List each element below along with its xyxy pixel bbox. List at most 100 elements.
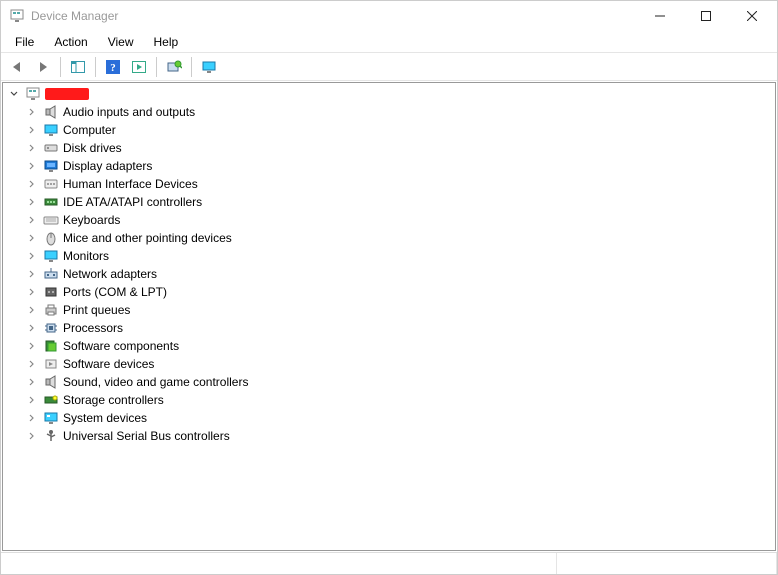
- show-hide-tree-button[interactable]: [66, 55, 90, 79]
- app-icon: [9, 8, 25, 24]
- chevron-right-icon[interactable]: [25, 393, 39, 407]
- tree-panel-icon: [70, 59, 86, 75]
- close-button[interactable]: [729, 1, 775, 31]
- action-icon: [131, 59, 147, 75]
- arrow-left-icon: [9, 59, 25, 75]
- speaker-icon: [43, 374, 59, 390]
- keyboard-icon: [43, 212, 59, 228]
- menu-action[interactable]: Action: [44, 33, 97, 51]
- chevron-right-icon[interactable]: [25, 249, 39, 263]
- tree-category-label: Audio inputs and outputs: [63, 105, 195, 119]
- monitor-button[interactable]: [197, 55, 221, 79]
- tree-category-label: Universal Serial Bus controllers: [63, 429, 230, 443]
- chevron-right-icon[interactable]: [25, 123, 39, 137]
- back-button[interactable]: [5, 55, 29, 79]
- tree-category-label: Software devices: [63, 357, 154, 371]
- system-icon: [43, 410, 59, 426]
- svg-text:?: ?: [110, 62, 116, 74]
- tree-category[interactable]: Human Interface Devices: [3, 175, 775, 193]
- statusbar: [1, 552, 777, 574]
- help-button[interactable]: ?: [101, 55, 125, 79]
- tree-category-label: Mice and other pointing devices: [63, 231, 232, 245]
- monitor-icon: [43, 248, 59, 264]
- minimize-button[interactable]: [637, 1, 683, 31]
- menu-help[interactable]: Help: [144, 33, 189, 51]
- tree-category-label: Monitors: [63, 249, 109, 263]
- chevron-right-icon[interactable]: [25, 267, 39, 281]
- tree-category[interactable]: Sound, video and game controllers: [3, 373, 775, 391]
- tree-category[interactable]: Software devices: [3, 355, 775, 373]
- chevron-right-icon[interactable]: [25, 303, 39, 317]
- swcomp-icon: [43, 338, 59, 354]
- monitor-icon: [43, 122, 59, 138]
- tree-category[interactable]: Software components: [3, 337, 775, 355]
- chevron-down-icon[interactable]: [7, 87, 21, 101]
- tree-category-label: Print queues: [63, 303, 130, 317]
- chevron-right-icon[interactable]: [25, 213, 39, 227]
- window-title: Device Manager: [31, 9, 118, 23]
- speaker-icon: [43, 104, 59, 120]
- tree-category-label: IDE ATA/ATAPI controllers: [63, 195, 202, 209]
- action-button[interactable]: [127, 55, 151, 79]
- swdev-icon: [43, 356, 59, 372]
- forward-button[interactable]: [31, 55, 55, 79]
- tree-category-label: Storage controllers: [63, 393, 164, 407]
- toolbar-separator: [191, 57, 192, 77]
- tree-category-label: Keyboards: [63, 213, 120, 227]
- menu-view[interactable]: View: [98, 33, 144, 51]
- toolbar-separator: [95, 57, 96, 77]
- tree-category[interactable]: Keyboards: [3, 211, 775, 229]
- monitor-icon: [201, 59, 217, 75]
- chevron-right-icon[interactable]: [25, 411, 39, 425]
- chevron-right-icon[interactable]: [25, 105, 39, 119]
- tree-category-label: Human Interface Devices: [63, 177, 198, 191]
- tree-category[interactable]: Ports (COM & LPT): [3, 283, 775, 301]
- tree-category[interactable]: Storage controllers: [3, 391, 775, 409]
- chevron-right-icon[interactable]: [25, 159, 39, 173]
- tree-category-label: Sound, video and game controllers: [63, 375, 248, 389]
- chevron-right-icon[interactable]: [25, 285, 39, 299]
- maximize-button[interactable]: [683, 1, 729, 31]
- printer-icon: [43, 302, 59, 318]
- chevron-right-icon[interactable]: [25, 429, 39, 443]
- tree-root[interactable]: [3, 85, 775, 103]
- titlebar: Device Manager: [1, 1, 777, 31]
- toolbar-separator: [156, 57, 157, 77]
- tree-category[interactable]: System devices: [3, 409, 775, 427]
- chevron-right-icon[interactable]: [25, 321, 39, 335]
- network-icon: [43, 266, 59, 282]
- tree-category[interactable]: Computer: [3, 121, 775, 139]
- cpu-icon: [43, 320, 59, 336]
- arrow-right-icon: [35, 59, 51, 75]
- tree-category[interactable]: Universal Serial Bus controllers: [3, 427, 775, 445]
- chevron-right-icon[interactable]: [25, 195, 39, 209]
- chevron-right-icon[interactable]: [25, 141, 39, 155]
- tree-category[interactable]: Network adapters: [3, 265, 775, 283]
- ide-icon: [43, 194, 59, 210]
- tree-category[interactable]: IDE ATA/ATAPI controllers: [3, 193, 775, 211]
- mouse-icon: [43, 230, 59, 246]
- tree-category-label: System devices: [63, 411, 147, 425]
- device-tree-panel[interactable]: Audio inputs and outputs ComputerDisk dri…: [2, 82, 776, 551]
- tree-category[interactable]: Disk drives: [3, 139, 775, 157]
- tree-category[interactable]: Processors: [3, 319, 775, 337]
- tree-category-label: Display adapters: [63, 159, 152, 173]
- scan-hardware-button[interactable]: [162, 55, 186, 79]
- menu-file[interactable]: File: [5, 33, 44, 51]
- tree-category-label: Ports (COM & LPT): [63, 285, 167, 299]
- status-cell: [557, 553, 777, 574]
- chevron-right-icon[interactable]: [25, 375, 39, 389]
- tree-category[interactable]: Print queues: [3, 301, 775, 319]
- toolbar: ?: [1, 53, 777, 81]
- chevron-right-icon[interactable]: [25, 357, 39, 371]
- chevron-right-icon[interactable]: [25, 177, 39, 191]
- status-cell: [1, 553, 557, 574]
- tree-category[interactable]: Display adapters: [3, 157, 775, 175]
- chevron-right-icon[interactable]: [25, 231, 39, 245]
- tree-category[interactable]: Mice and other pointing devices: [3, 229, 775, 247]
- tree-category[interactable]: Monitors: [3, 247, 775, 265]
- tree-category[interactable]: Audio inputs and outputs: [3, 103, 775, 121]
- chevron-right-icon[interactable]: [25, 339, 39, 353]
- disk-icon: [43, 140, 59, 156]
- computer-icon: [25, 86, 41, 102]
